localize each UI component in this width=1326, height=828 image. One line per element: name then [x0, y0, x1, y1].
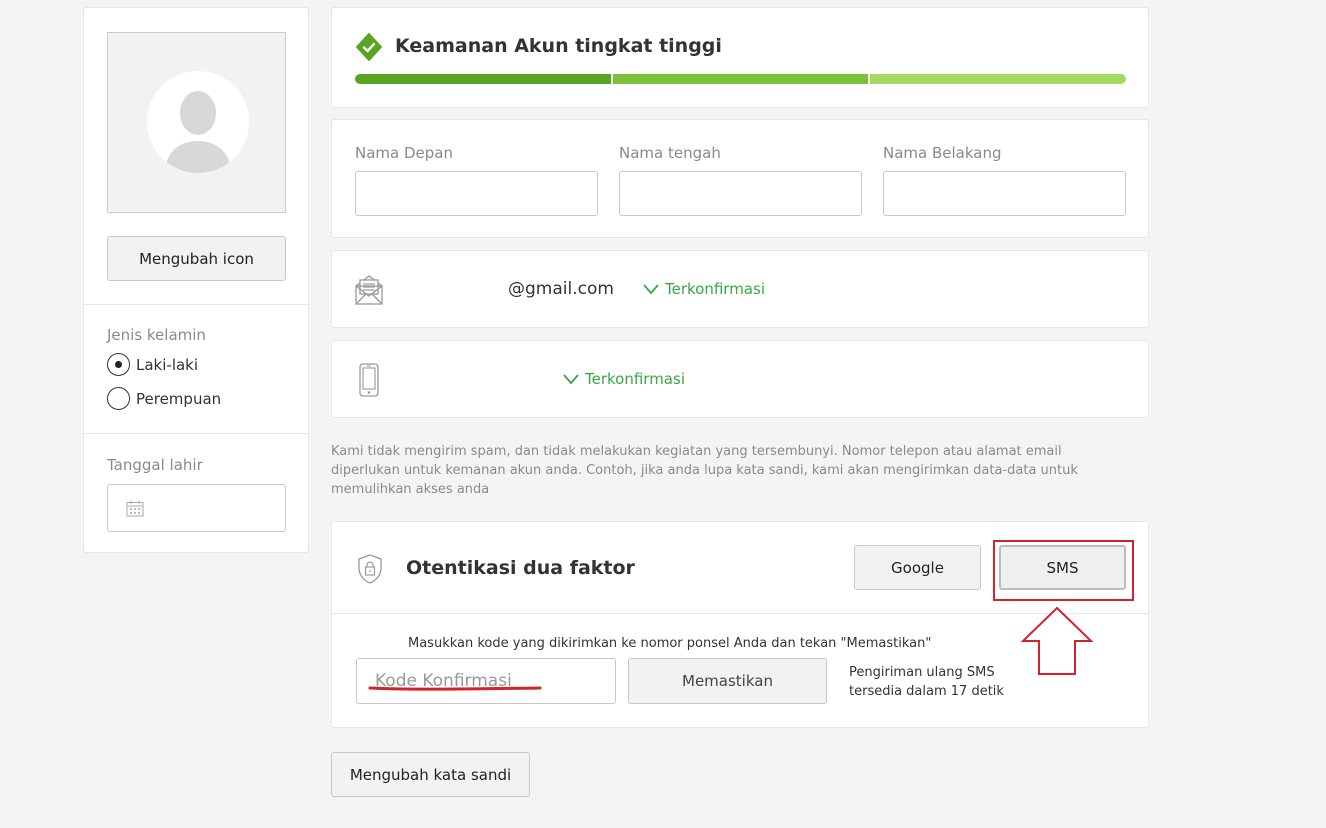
last-name-input[interactable]: [883, 171, 1126, 216]
confirmation-code-input[interactable]: [356, 658, 616, 704]
email-status: Terkonfirmasi: [643, 280, 765, 298]
gender-label: Jenis kelamin: [107, 326, 206, 344]
progress-segment-1: [355, 74, 611, 84]
progress-segment-2: [612, 74, 869, 84]
confirm-button[interactable]: Memastikan: [628, 658, 827, 704]
email-status-label: Terkonfirmasi: [665, 280, 765, 298]
two-factor-card: Otentikasi dua faktor Google SMS Masukka…: [331, 521, 1149, 728]
radio-male[interactable]: [107, 353, 130, 376]
google-auth-button[interactable]: Google: [854, 545, 981, 590]
gender-option-female[interactable]: Perempuan: [107, 387, 221, 410]
mobile-phone-icon: [359, 363, 379, 401]
shield-lock-icon: [357, 554, 383, 588]
check-icon: [643, 283, 659, 294]
name-card: Nama Depan Nama tengah Nama Belakang: [331, 119, 1149, 238]
calendar-icon[interactable]: [126, 500, 144, 521]
divider: [332, 613, 1148, 614]
annotation-highlight-box: [993, 540, 1134, 601]
resend-line-2: tersedia dalam 17 detik: [849, 684, 1004, 699]
gender-option-male[interactable]: Laki-laki: [107, 353, 198, 376]
security-title: Keamanan Akun tingkat tinggi: [395, 35, 722, 57]
avatar: [107, 32, 286, 213]
sms-instruction: Masukkan kode yang dikirimkan ke nomor p…: [408, 636, 932, 651]
middle-name-group: Nama tengah: [619, 144, 862, 216]
security-progress-bar: [355, 74, 1127, 84]
resend-line-1: Pengiriman ulang SMS: [849, 665, 995, 680]
first-name-group: Nama Depan: [355, 144, 598, 216]
check-icon: [563, 373, 579, 384]
phone-status-label: Terkonfirmasi: [585, 370, 685, 388]
gender-option-label: Perempuan: [136, 389, 222, 408]
email-value: @gmail.com: [508, 279, 614, 299]
phone-status: Terkonfirmasi: [563, 370, 685, 388]
gender-option-label: Laki-laki: [136, 355, 199, 374]
first-name-label: Nama Depan: [355, 144, 453, 162]
middle-name-input[interactable]: [619, 171, 862, 216]
phone-card: Terkonfirmasi: [331, 340, 1149, 418]
progress-segment-3: [870, 74, 1127, 84]
security-level-card: Keamanan Akun tingkat tinggi: [331, 7, 1149, 108]
last-name-label: Nama Belakang: [883, 144, 1002, 162]
birthdate-input[interactable]: [107, 484, 286, 532]
radio-female[interactable]: [107, 387, 130, 410]
email-card: @gmail.com Terkonfirmasi: [331, 250, 1149, 328]
last-name-group: Nama Belakang: [883, 144, 1126, 216]
change-icon-button[interactable]: Mengubah icon: [107, 236, 286, 281]
two-factor-title: Otentikasi dua faktor: [406, 557, 635, 579]
change-password-button[interactable]: Mengubah kata sandi: [331, 752, 530, 797]
resend-sms-timer: Pengiriman ulang SMS tersedia dalam 17 d…: [849, 663, 1004, 701]
avatar-placeholder-icon: [147, 71, 249, 173]
shield-check-icon: [355, 33, 383, 65]
privacy-notice: Kami tidak mengirim spam, dan tidak mela…: [331, 444, 1078, 497]
envelope-icon: [354, 274, 384, 310]
divider: [84, 433, 308, 434]
profile-card: Mengubah icon Jenis kelamin Laki-laki Pe…: [83, 7, 309, 553]
divider: [84, 304, 308, 305]
first-name-input[interactable]: [355, 171, 598, 216]
middle-name-label: Nama tengah: [619, 144, 721, 162]
birthdate-label: Tanggal lahir: [107, 456, 203, 474]
